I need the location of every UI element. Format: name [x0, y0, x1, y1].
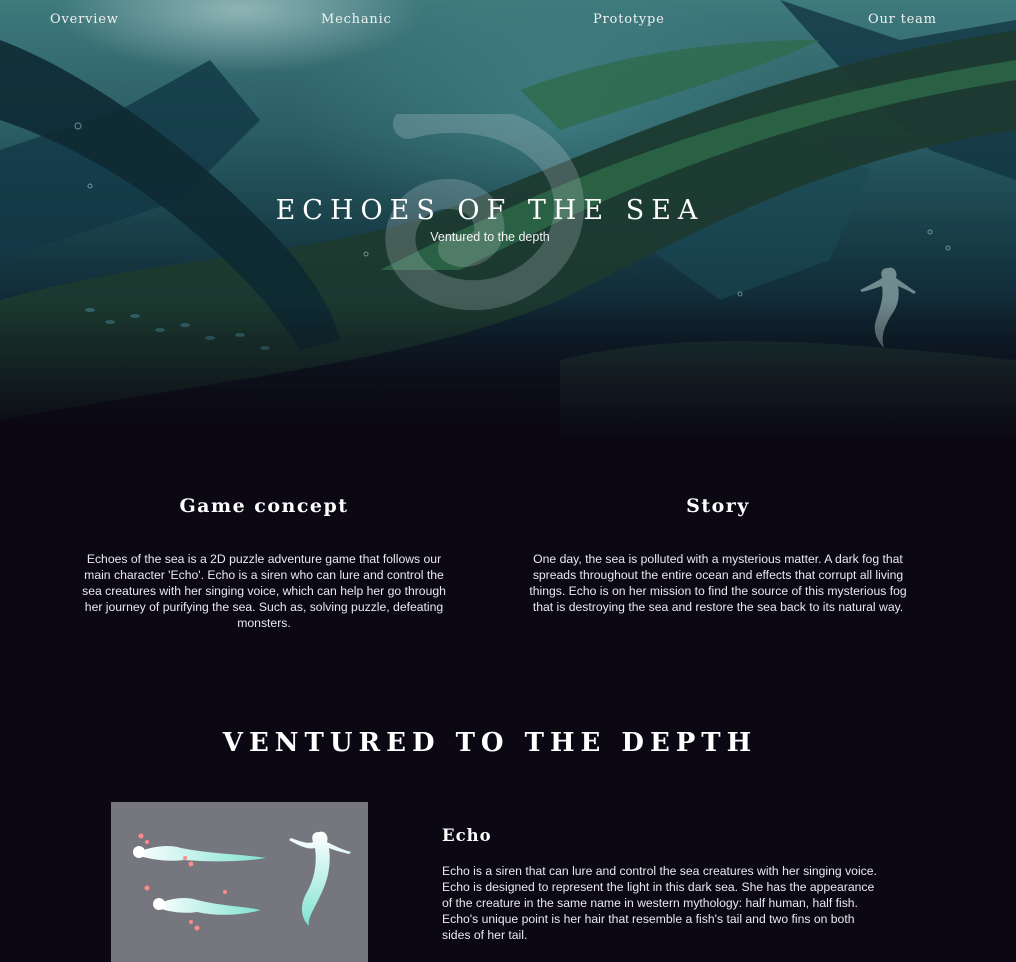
- story-text: One day, the sea is polluted with a myst…: [529, 552, 907, 614]
- nav-our-team[interactable]: Our team: [868, 12, 937, 27]
- nav-overview[interactable]: Overview: [50, 12, 119, 27]
- story-heading: Story: [686, 495, 750, 517]
- story-section: Story One day, the sea is polluted with …: [528, 495, 908, 615]
- siren-sprite-sheet-icon: [133, 831, 351, 931]
- game-concept-heading: Game concept: [179, 495, 349, 517]
- top-nav: Overview Mechanic Prototype Our team: [0, 12, 1016, 34]
- game-concept-section: Game concept Echoes of the sea is a 2D p…: [74, 495, 454, 631]
- game-concept-text: Echoes of the sea is a 2D puzzle adventu…: [82, 552, 446, 630]
- game-title: ECHOES OF THE SEA: [275, 195, 705, 226]
- character-name: Echo: [442, 826, 492, 845]
- nav-prototype[interactable]: Prototype: [593, 12, 665, 27]
- nav-mechanic[interactable]: Mechanic: [321, 12, 392, 27]
- hero-subtitle: Ventured to the depth: [430, 230, 550, 244]
- character-description: Echo is a siren that can lure and contro…: [442, 864, 877, 942]
- echo-sprite-image: [111, 802, 368, 962]
- depth-heading: VENTURED TO THE DEPTH: [222, 728, 758, 758]
- hero-banner: Overview Mechanic Prototype Our team ECH…: [0, 0, 1016, 440]
